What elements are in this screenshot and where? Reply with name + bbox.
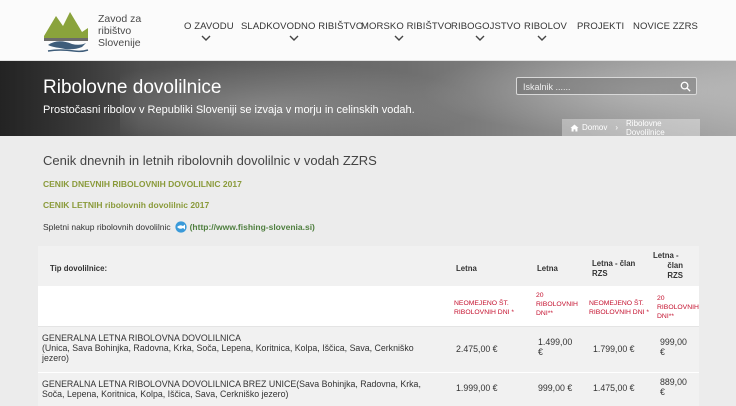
subheader-line: 20: [657, 295, 665, 302]
column-header-annual: Letna: [456, 264, 477, 273]
site-header: Zavod za ribištvo Slovenije O ZAVODU SLA…: [0, 0, 736, 61]
subheader-line: RIBOLOVNIH DNI *: [589, 309, 650, 316]
link-daily-price-list[interactable]: CENIK DNEVNIH RIBOLOVNIH DOVOLILNIC 2017: [43, 179, 242, 189]
price-line: 889,00: [660, 377, 687, 387]
subheader-line: NEOMEJENO ŠT.: [454, 300, 509, 307]
online-purchase-line: Spletni nakup ribolovnih dovolilnic (htt…: [43, 221, 315, 233]
price-annual-member: 1.475,00 €: [593, 383, 635, 393]
nav-item-ribolov[interactable]: RIBOLOV: [524, 21, 567, 41]
subheader-unlimited-days-member: NEOMEJENO ŠT. RIBOLOVNIH DNI *: [589, 299, 649, 317]
nav-label: RIBOLOV: [524, 21, 567, 32]
main-content: Cenik dnevnih in letnih ribolovnih dovol…: [0, 136, 736, 406]
price-annual: 2.475,00 €: [456, 344, 498, 354]
column-header-annual-20: Letna: [537, 264, 558, 273]
permit-name-line: GENERALNA LETNA RIBOLOVNA DOVOLILNICA: [42, 333, 241, 343]
permit-name-line: (Unica, Sava Bohinjka, Radovna, Krka, So…: [42, 343, 414, 353]
nav-label: PROJEKTI: [577, 21, 625, 32]
nav-label: SLADKOVODNO RIBIŠTVO: [241, 21, 364, 32]
nav-item-ribogojstvo[interactable]: RIBOGOJSTVO: [451, 21, 521, 41]
subheader-line: DNI**: [536, 310, 553, 317]
price-annual-20: 999,00 €: [538, 383, 573, 393]
permit-name: GENERALNA LETNA RIBOLOVNA DOVOLILNICA (U…: [42, 333, 442, 363]
fish-icon[interactable]: [174, 221, 188, 233]
price-annual-20: 1.499,00 €: [538, 337, 572, 357]
header-line: RZS: [667, 271, 683, 280]
chevron-down-icon: [394, 35, 404, 41]
nav-item-projekti[interactable]: PROJEKTI: [577, 21, 624, 32]
chevron-down-icon: [289, 35, 299, 41]
chevron-down-icon: [537, 35, 547, 41]
price-annual-member-20: 999,00 €: [660, 337, 687, 357]
chevron-down-icon: [475, 35, 485, 41]
header-line: član: [667, 261, 683, 270]
subheader-line: RIBOLOVNIH: [657, 304, 699, 311]
subheader-line: RIBOLOVNIH DNI *: [454, 309, 515, 316]
subheader-line: 20: [536, 292, 544, 299]
online-purchase-text: Spletni nakup ribolovnih dovolilnic: [43, 222, 171, 232]
price-line: 1.499,00: [538, 337, 573, 347]
page-banner: Ribolovne dovolilnice Prostočasni ribolo…: [0, 61, 736, 136]
nav-item-sladkovodno-ribistvo[interactable]: SLADKOVODNO RIBIŠTVO: [241, 21, 364, 41]
nav-item-morsko-ribistvo[interactable]: MORSKO RIBIŠTVO: [361, 21, 452, 41]
permit-name: GENERALNA LETNA RIBOLOVNA DOVOLILNICA BR…: [42, 379, 442, 399]
breadcrumb-separator: ›: [615, 123, 619, 132]
section-heading: Cenik dnevnih in letnih ribolovnih dovol…: [43, 153, 377, 168]
fishing-slovenia-link[interactable]: (http://www.fishing-slovenia.si): [190, 222, 315, 232]
header-line: Letna -: [653, 251, 679, 260]
header-line: Letna - član: [592, 259, 636, 268]
search-icon[interactable]: [680, 81, 691, 92]
table-row: GENERALNA LETNA RIBOLOVNA DOVOLILNICA (U…: [38, 326, 699, 372]
permit-name-line: Soča, Lepena, Koritnica, Kolpa, Iščica, …: [42, 389, 289, 399]
price-line: €: [538, 347, 543, 357]
nav-item-novice-zzrs[interactable]: NOVICE ZZRS: [633, 21, 698, 32]
subheader-20-days-member: 20 RIBOLOVNIH DNI**: [657, 294, 699, 321]
search-box[interactable]: [516, 77, 697, 95]
search-input[interactable]: [523, 80, 673, 93]
nav-label: O ZAVODU: [184, 21, 234, 32]
subheader-unlimited-days: NEOMEJENO ŠT. RIBOLOVNIH DNI *: [454, 299, 514, 317]
nav-label: NOVICE ZZRS: [633, 21, 698, 32]
table-header-row: Tip dovolilnice: Letna Letna Letna - čla…: [38, 246, 699, 286]
price-annual-member-20: 889,00 €: [660, 377, 687, 397]
nav-label: RIBOGOJSTVO: [451, 21, 521, 32]
main-nav: O ZAVODU SLADKOVODNO RIBIŠTVO MORSKO RIB…: [0, 0, 736, 61]
chevron-down-icon: [201, 35, 211, 41]
permit-name-line: GENERALNA LETNA RIBOLOVNA DOVOLILNICA BR…: [42, 379, 421, 389]
nav-label: MORSKO RIBIŠTVO: [361, 21, 452, 32]
table-subheader-row: NEOMEJENO ŠT. RIBOLOVNIH DNI * 20 RIBOLO…: [38, 286, 699, 326]
price-annual-member: 1.799,00 €: [593, 344, 635, 354]
link-annual-price-list[interactable]: CENIK LETNIH ribolovnih dovolilnic 2017: [43, 200, 209, 210]
subheader-20-days: 20 RIBOLOVNIH DNI**: [536, 291, 578, 318]
page-subtitle: Prostočasni ribolov v Republiki Slovenij…: [43, 104, 415, 116]
breadcrumb-current: Ribolovne Dovolilnice: [626, 118, 665, 137]
subheader-line: RIBOLOVNIH: [536, 301, 578, 308]
page-title: Ribolovne dovolilnice: [43, 77, 222, 98]
header-line: RZS: [592, 269, 608, 278]
permit-name-line: jezero): [42, 353, 69, 363]
breadcrumb-home[interactable]: Domov: [570, 123, 607, 132]
column-header-annual-member: Letna - član RZS: [592, 259, 635, 279]
price-annual: 1.999,00 €: [456, 383, 498, 393]
price-line: €: [660, 387, 665, 397]
breadcrumb: Domov › Ribolovne Dovolilnice: [562, 119, 700, 136]
breadcrumb-home-label: Domov: [582, 123, 608, 132]
price-table: Tip dovolilnice: Letna Letna Letna - čla…: [38, 246, 699, 406]
subheader-line: NEOMEJENO ŠT.: [589, 300, 644, 307]
price-line: €: [660, 347, 665, 357]
home-icon: [570, 123, 579, 132]
table-row: GENERALNA LETNA RIBOLOVNA DOVOLILNICA BR…: [38, 372, 699, 406]
subheader-line: DNI**: [657, 313, 674, 320]
column-header-annual-member-20: Letna - član RZS: [653, 251, 683, 281]
column-header-type: Tip dovolilnice:: [50, 264, 108, 273]
nav-item-o-zavodu[interactable]: O ZAVODU: [184, 21, 234, 41]
price-line: 999,00: [660, 337, 687, 347]
